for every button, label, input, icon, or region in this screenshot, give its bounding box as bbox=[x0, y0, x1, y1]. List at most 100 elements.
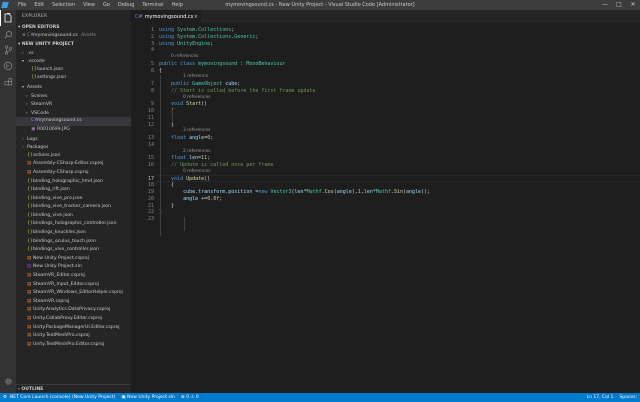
indentation-indicator[interactable]: Spaces: bbox=[616, 395, 640, 400]
tree-item[interactable]: ▤ Unity.TextMeshPro.csproj bbox=[16, 332, 131, 341]
code-text: float len=11; bbox=[171, 155, 211, 162]
tree-item[interactable]: C#mymovingsound.cs bbox=[16, 117, 131, 126]
code-line[interactable]: 4 bbox=[131, 47, 640, 54]
tree-item-label: SteamVR_Input_Editor.csproj bbox=[33, 281, 99, 287]
tree-item-label: Assembly-CSharp-Editor.csproj bbox=[33, 161, 104, 167]
code-text: { bbox=[159, 182, 175, 189]
code-text: using System.Collections; bbox=[159, 27, 235, 33]
activity-bar bbox=[0, 10, 16, 393]
open-editors-section[interactable]: ▾ OPEN EDITORS bbox=[16, 24, 131, 32]
line-number: 10 bbox=[147, 108, 154, 114]
tree-item[interactable]: ▾ .vscode bbox=[16, 57, 131, 66]
tree-item[interactable]: ▤ New Unity Project.sln bbox=[16, 263, 131, 272]
code-editor[interactable]: 1 using System.Collections; 2 using System.… bbox=[131, 23, 640, 393]
tree-item[interactable]: {}settings.json bbox=[16, 74, 131, 83]
tree-item[interactable]: › SteamVR bbox=[16, 100, 131, 109]
gear-icon[interactable] bbox=[0, 373, 16, 389]
line-number: 18 bbox=[147, 182, 154, 189]
tree-item[interactable]: {}binding_rift.json bbox=[16, 186, 131, 195]
tree-item[interactable]: ▤ Unity.CollabProxy.Editor.csproj bbox=[16, 315, 131, 324]
solution-indicator[interactable]: ▣ New Unity Project.sln bbox=[118, 395, 177, 400]
codelens-references[interactable]: 0 references bbox=[171, 54, 198, 61]
explorer-icon[interactable] bbox=[0, 10, 16, 26]
extensions-icon[interactable] bbox=[0, 74, 16, 90]
tree-item[interactable]: {}bindings_knuckles.json bbox=[16, 229, 131, 238]
tree-item-label: SteamVR bbox=[31, 102, 53, 108]
tree-item[interactable]: ▤ Unity.Analytics.DataPrivacy.csproj bbox=[16, 306, 131, 315]
tree-item[interactable]: ▤ SteamVR.csproj bbox=[16, 298, 131, 307]
tree-item-label: Assets bbox=[27, 84, 42, 90]
code-line[interactable]: 23 bbox=[131, 216, 640, 223]
tree-item[interactable]: {}bindings_vive_controller.json bbox=[16, 246, 131, 255]
tree-item-label: New Unity Project.csproj bbox=[33, 255, 89, 261]
menu-item-help[interactable]: Help bbox=[168, 2, 187, 8]
tree-item[interactable]: {}binding_vive.json bbox=[16, 212, 131, 221]
tab-mymovingsound[interactable]: C# mymovingsound.cs × bbox=[131, 10, 201, 23]
codelens-references[interactable]: 1 reference bbox=[183, 74, 208, 81]
project-section[interactable]: ▾ NEW UNITY PROJECT bbox=[16, 41, 131, 49]
menu-item-view[interactable]: View bbox=[79, 2, 99, 8]
close-tab-icon[interactable]: × bbox=[194, 14, 198, 20]
line-number: 19 bbox=[147, 189, 154, 195]
menu-item-file[interactable]: File bbox=[14, 2, 30, 8]
maximize-button[interactable]: □ bbox=[612, 0, 626, 10]
tree-item[interactable]: {}binding_vive_pro.json bbox=[16, 195, 131, 204]
tree-item-label: SteamVR_Windows_EditorHelper.csproj bbox=[33, 290, 123, 296]
tree-item[interactable]: {}launch.json bbox=[16, 66, 131, 75]
debug-icon[interactable] bbox=[0, 58, 16, 74]
outline-label: OUTLINE bbox=[21, 387, 44, 392]
line-number: 14 bbox=[147, 141, 154, 148]
tree-item[interactable]: {}bindings_holographic_controller.json bbox=[16, 220, 131, 229]
outline-section[interactable]: › OUTLINE bbox=[16, 384, 131, 393]
codelens-references[interactable]: 0 references bbox=[183, 95, 210, 102]
menu-item-edit[interactable]: Edit bbox=[30, 2, 48, 8]
tree-item-label: binding_holographic_hmd.json bbox=[33, 178, 103, 184]
tab-label: mymovingsound.cs bbox=[144, 13, 194, 20]
tree-item[interactable]: ▤ Assembly-CSharp.csproj bbox=[16, 169, 131, 178]
tree-item[interactable]: ▤ Unity.TextMeshPro.Editor.csproj bbox=[16, 341, 131, 350]
indent-guide bbox=[184, 217, 185, 231]
menu-item-selection[interactable]: Selection bbox=[48, 2, 79, 8]
tree-item[interactable]: {}actions.json bbox=[16, 152, 131, 161]
code-text: public class mymovingsound : MonoBehavio… bbox=[159, 60, 286, 67]
tree-item[interactable]: › Packages bbox=[16, 143, 131, 152]
menu-bar: File Edit Selection View Go Debug Terminal Help bbox=[14, 2, 187, 8]
source-control-icon[interactable] bbox=[0, 42, 16, 58]
tree-item[interactable]: › Scenes bbox=[16, 92, 131, 101]
indent-guide bbox=[172, 109, 173, 123]
open-editor-item[interactable]: ×C#mymovingsound.cs Assets bbox=[16, 32, 131, 41]
tree-item[interactable]: ▤ Unity.PackageManagerUI.Editor.csproj bbox=[16, 324, 131, 333]
tree-item[interactable]: › .vs bbox=[16, 49, 131, 58]
line-number: 17 bbox=[147, 175, 154, 182]
tree-item[interactable]: ▣ R0010699.JPG bbox=[16, 126, 131, 135]
launch-config[interactable]: ⚙ .NET Core Launch (console) (New Unity … bbox=[0, 395, 118, 400]
minimize-button[interactable]: — bbox=[598, 0, 612, 10]
tree-item[interactable]: ▤ SteamVR_Windows_EditorHelper.csproj bbox=[16, 289, 131, 298]
tree-item[interactable]: {}bindings_oculus_touch.json bbox=[16, 238, 131, 247]
close-window-button[interactable]: ✕ bbox=[626, 0, 640, 10]
menu-item-terminal[interactable]: Terminal bbox=[138, 2, 167, 8]
menu-item-go[interactable]: Go bbox=[99, 2, 114, 8]
problems-indicator[interactable]: ⊗ 0 ⚠ 0 bbox=[178, 395, 202, 400]
code-text: public GameObject cube; bbox=[171, 81, 241, 87]
tree-item-label: Scenes bbox=[31, 93, 48, 99]
tree-item[interactable]: ▤ SteamVR_Input_Editor.csproj bbox=[16, 281, 131, 290]
tree-item[interactable]: › VSCode bbox=[16, 109, 131, 118]
tree-item[interactable]: {}binding_holographic_hmd.json bbox=[16, 178, 131, 187]
tree-item[interactable]: ▤ SteamVR_Editor.csproj bbox=[16, 272, 131, 281]
codelens-references[interactable]: 2 references bbox=[183, 149, 210, 156]
search-icon[interactable] bbox=[0, 26, 16, 42]
line-number: 6 bbox=[150, 67, 154, 74]
codelens-references[interactable]: 0 references bbox=[183, 169, 210, 176]
cursor-position[interactable]: Ln 17, Col 1 bbox=[584, 395, 617, 400]
line-number: 16 bbox=[147, 162, 154, 168]
tree-item-label: binding_vive_pro.json bbox=[33, 195, 83, 201]
tree-item[interactable]: ▤ Assembly-CSharp-Editor.csproj bbox=[16, 160, 131, 169]
tree-item[interactable]: › Logs bbox=[16, 135, 131, 144]
code-text: // Start is called before the first fram… bbox=[171, 87, 316, 94]
tree-item[interactable]: ▤ New Unity Project.csproj bbox=[16, 255, 131, 264]
codelens-references[interactable]: 3 references bbox=[183, 128, 210, 135]
tree-item[interactable]: {}binding_vive_tracker_camera.json bbox=[16, 203, 131, 212]
tree-item[interactable]: ▾ Assets bbox=[16, 83, 131, 92]
menu-item-debug[interactable]: Debug bbox=[114, 2, 138, 8]
